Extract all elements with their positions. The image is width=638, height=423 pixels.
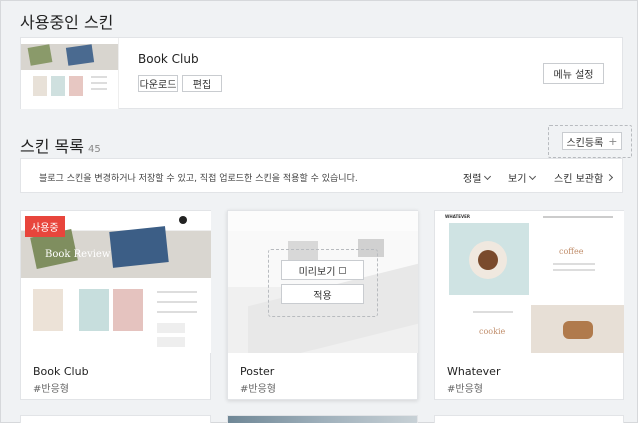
skin-card-tag: #반응형 xyxy=(240,384,276,395)
current-skin-panel: Book Club 다운로드 편집 메뉴 설정 xyxy=(20,37,623,109)
description-bar: 블로그 스킨을 변경하거나 저장할 수 있고, 직접 업로드한 스킨을 적용할 … xyxy=(20,158,623,193)
preview-button[interactable]: 미리보기 xyxy=(281,260,364,280)
skin-card-tag: #반응형 xyxy=(447,384,483,395)
edit-button[interactable]: 편집 xyxy=(182,75,222,92)
skin-card-partial[interactable] xyxy=(20,415,211,423)
coffee-text: coffee xyxy=(559,247,584,256)
skin-card-name: Book Club xyxy=(33,365,89,378)
current-skin-thumbnail xyxy=(21,38,119,109)
download-button[interactable]: 다운로드 xyxy=(138,75,178,92)
sort-dropdown[interactable]: 정렬 xyxy=(463,170,492,185)
skin-card-partial[interactable] xyxy=(227,415,418,423)
skin-register-button[interactable]: 스킨등록 + xyxy=(562,132,622,150)
current-skin-title: 사용중인 스킨 xyxy=(20,13,114,32)
description-text: 블로그 스킨을 변경하거나 저장할 수 있고, 직접 업로드한 스킨을 적용할 … xyxy=(39,174,358,184)
whatever-thumbnail: WHATEVER coffee cookie xyxy=(435,211,624,353)
skin-card-poster[interactable]: 미리보기 적용 Poster #반응형 xyxy=(227,210,418,400)
chevron-right-icon xyxy=(606,173,614,182)
skin-list-title: 스킨 목록 xyxy=(20,137,84,156)
skin-count: 45 xyxy=(87,144,101,155)
skin-card-name: Whatever xyxy=(447,365,501,378)
in-use-badge: 사용중 xyxy=(25,216,65,237)
sort-label: 정렬 xyxy=(463,174,482,185)
skin-storage-link[interactable]: 스킨 보관함 xyxy=(554,170,614,185)
book-review-banner-text: Book Review xyxy=(45,249,111,260)
apply-button[interactable]: 적용 xyxy=(281,284,364,304)
skin-card-whatever[interactable]: WHATEVER coffee cookie Whatever #반응형 xyxy=(434,210,624,400)
menu-settings-button[interactable]: 메뉴 설정 xyxy=(543,63,604,84)
skin-register-label: 스킨등록 xyxy=(566,137,604,149)
skin-card-partial[interactable] xyxy=(434,415,624,423)
view-dropdown[interactable]: 보기 xyxy=(508,170,537,185)
chevron-down-icon xyxy=(484,172,492,180)
skin-card-name: Poster xyxy=(240,365,275,378)
skin-list-header: 스킨 목록 45 xyxy=(20,133,101,157)
view-label: 보기 xyxy=(508,174,527,185)
cookie-text: cookie xyxy=(479,327,506,336)
plus-icon: + xyxy=(608,134,618,148)
current-skin-name: Book Club xyxy=(138,52,199,66)
skin-card-book-club[interactable]: Book Review 사용중 Book Club #반응형 xyxy=(20,210,211,400)
skin-storage-label: 스킨 보관함 xyxy=(554,174,604,185)
skin-card-tag: #반응형 xyxy=(33,384,69,395)
preview-label: 미리보기 xyxy=(298,266,336,278)
chevron-down-icon xyxy=(529,172,537,180)
whatever-header-text: WHATEVER xyxy=(445,214,470,219)
external-link-icon xyxy=(339,266,347,274)
avatar xyxy=(179,216,187,224)
